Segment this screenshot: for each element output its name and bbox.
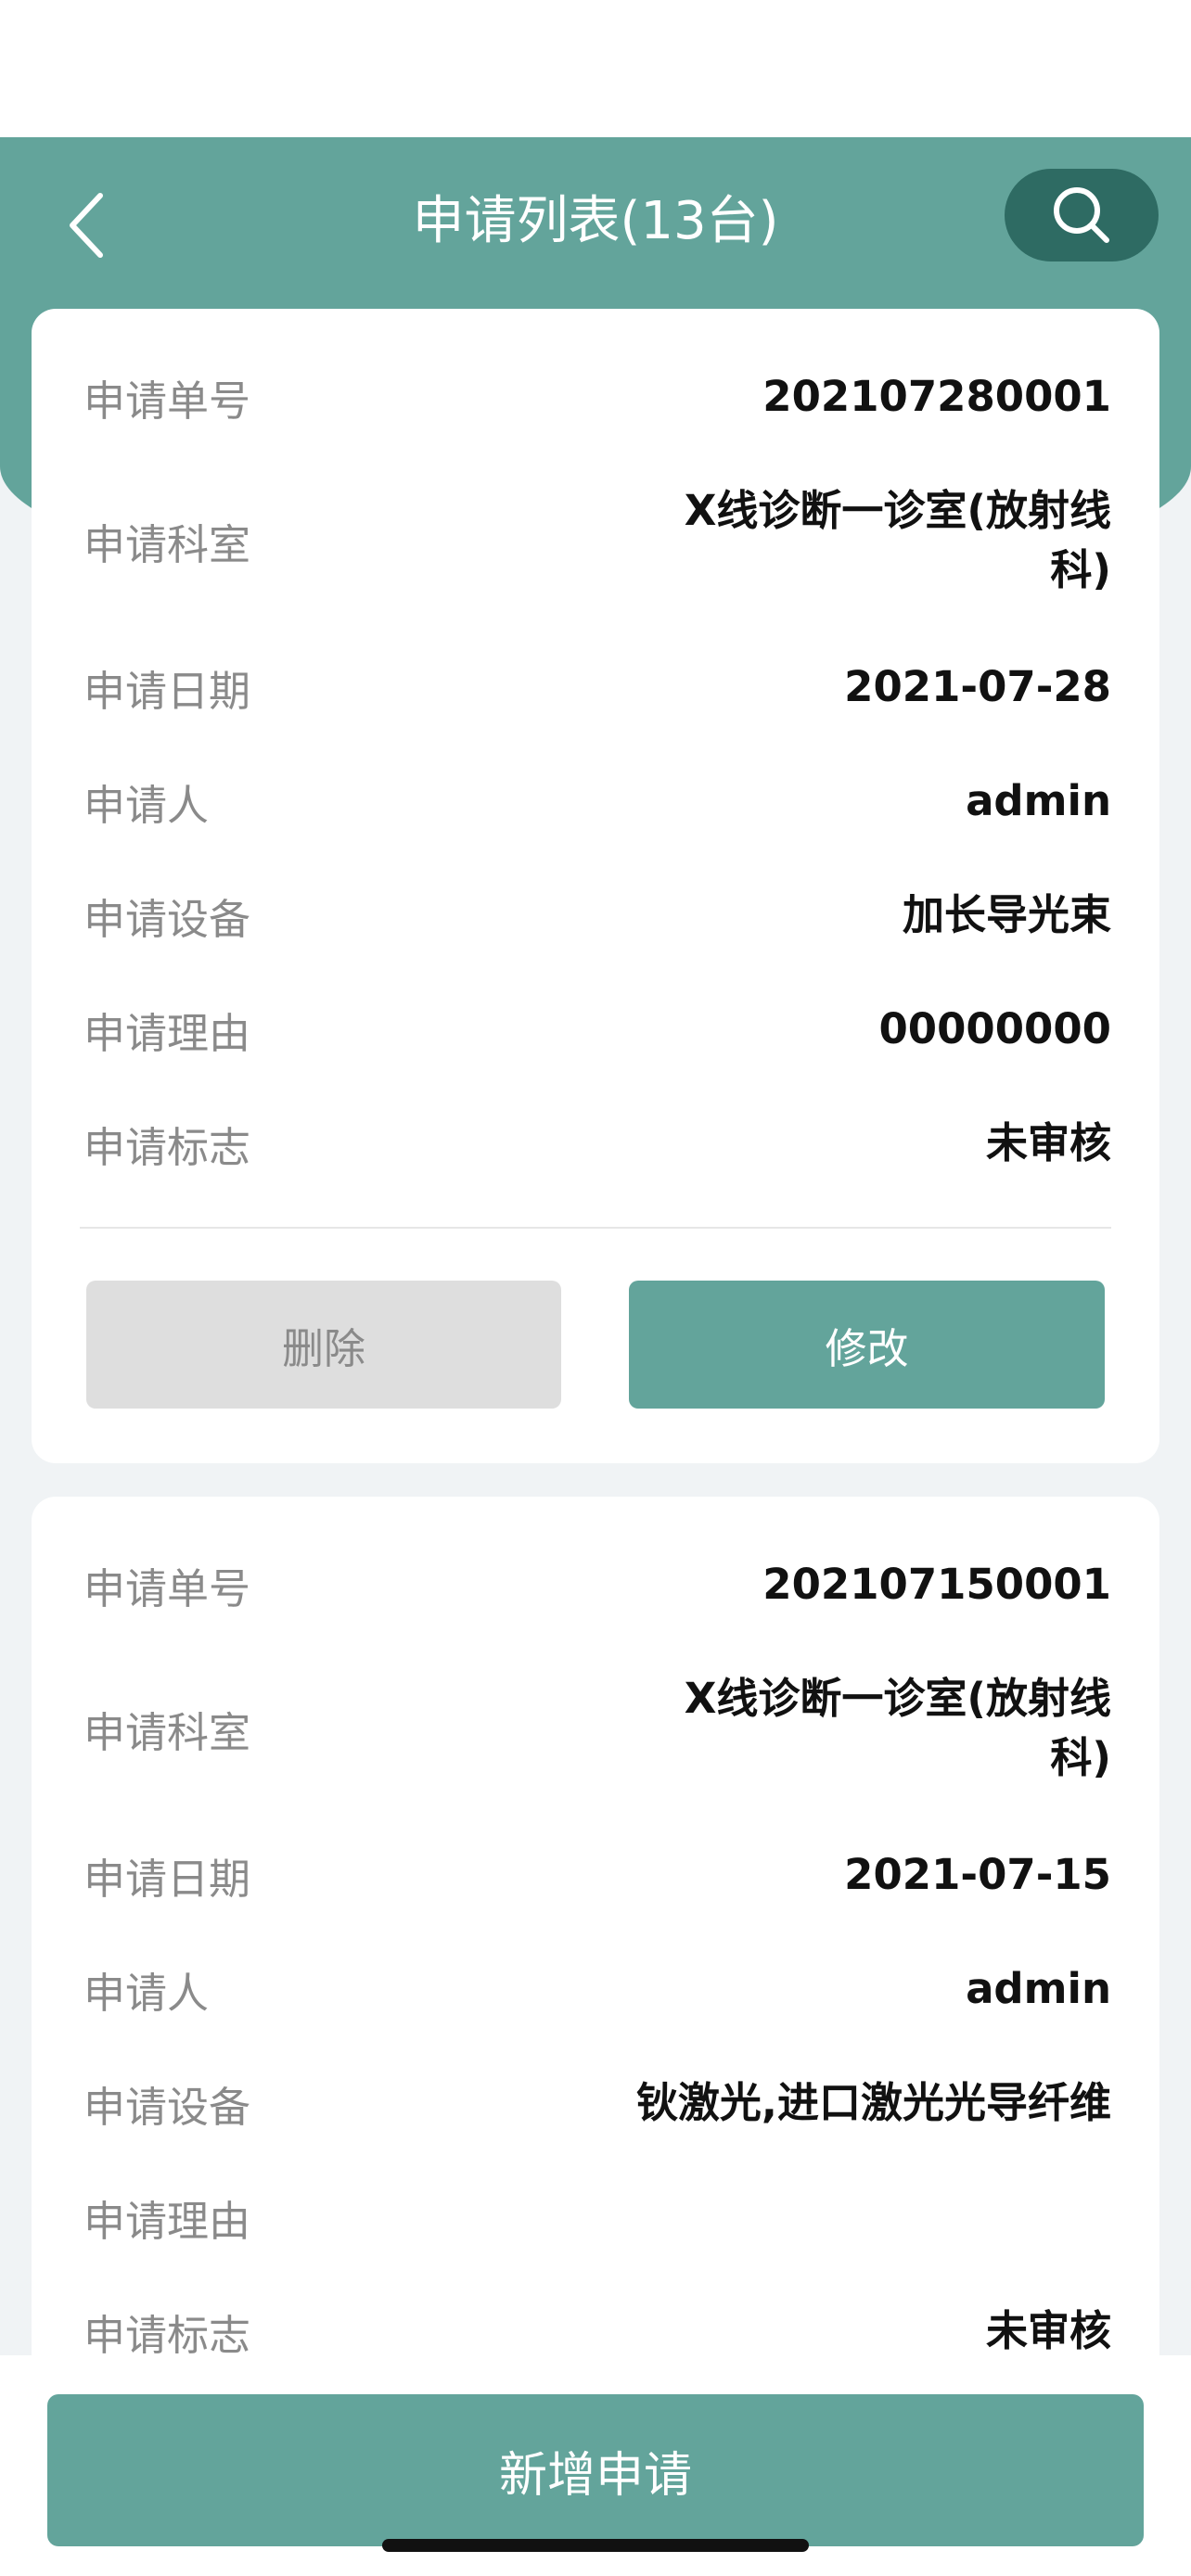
- page-title: 申请列表(13台): [412, 191, 779, 251]
- label-status: 申请标志: [83, 1122, 251, 1172]
- new-request-button[interactable]: 新增申请: [47, 2394, 1144, 2546]
- value-applicant: admin: [966, 776, 1111, 825]
- edit-button[interactable]: 修改: [629, 1281, 1105, 1409]
- value-status: 未审核: [985, 1118, 1111, 1167]
- row-equipment: 申请设备 加长导光束: [83, 883, 1111, 948]
- label-equipment: 申请设备: [83, 894, 251, 944]
- label-reason: 申请理由: [83, 2196, 251, 2246]
- row-equipment: 申请设备 钬激光,进口激光光导纤维: [83, 2071, 1111, 2136]
- value-status: 未审核: [985, 2306, 1111, 2355]
- card-divider: [80, 1227, 1111, 1229]
- row-number: 申请单号 202107280001: [83, 364, 1111, 429]
- row-applicant: 申请人 admin: [83, 769, 1111, 834]
- row-status: 申请标志 未审核: [83, 2299, 1111, 2364]
- label-applicant: 申请人: [83, 780, 210, 830]
- back-button[interactable]: [54, 184, 119, 267]
- request-card[interactable]: 申请单号 202107280001 申请科室 X线诊断一诊室(放射线科) 申请日…: [32, 309, 1159, 1463]
- value-equipment: 加长导光束: [902, 890, 1111, 939]
- home-indicator: [382, 2539, 809, 2552]
- row-applicant: 申请人 admin: [83, 1957, 1111, 2021]
- value-number: 202107280001: [762, 372, 1111, 421]
- label-reason: 申请理由: [83, 1008, 251, 1058]
- nav-bar: 申请列表(13台): [0, 137, 1191, 309]
- value-equipment: 钬激光,进口激光光导纤维: [635, 2078, 1111, 2127]
- row-date: 申请日期 2021-07-28: [83, 655, 1111, 720]
- value-department: X线诊断一诊室(放射线科): [684, 1674, 1111, 1782]
- value-number: 202107150001: [762, 1560, 1111, 1609]
- row-reason: 申请理由 00000000: [83, 997, 1111, 1062]
- row-reason: 申请理由: [83, 2185, 1111, 2250]
- label-number: 申请单号: [83, 376, 251, 426]
- label-number: 申请单号: [83, 1563, 251, 1613]
- row-status: 申请标志 未审核: [83, 1111, 1111, 1176]
- row-department: 申请科室 X线诊断一诊室(放射线科): [83, 1664, 1111, 1793]
- value-applicant: admin: [966, 1964, 1111, 2013]
- label-department: 申请科室: [83, 519, 251, 569]
- label-date: 申请日期: [83, 666, 251, 716]
- chevron-left-icon: [70, 193, 103, 258]
- label-department: 申请科室: [83, 1707, 251, 1757]
- label-applicant: 申请人: [83, 1968, 210, 2018]
- delete-button[interactable]: 删除: [86, 1281, 561, 1409]
- row-date: 申请日期 2021-07-15: [83, 1843, 1111, 1907]
- label-equipment: 申请设备: [83, 2082, 251, 2132]
- value-reason: 00000000: [878, 1004, 1112, 1053]
- row-number: 申请单号 202107150001: [83, 1552, 1111, 1617]
- row-department: 申请科室 X线诊断一诊室(放射线科): [83, 476, 1111, 606]
- page: 申请列表(13台) 申请单号 202107280001 申请科室 X线诊断一诊室…: [0, 0, 1191, 2576]
- search-icon: [1054, 187, 1109, 243]
- value-date: 2021-07-28: [844, 662, 1111, 711]
- value-date: 2021-07-15: [844, 1850, 1111, 1899]
- label-date: 申请日期: [83, 1854, 251, 1904]
- value-department: X线诊断一诊室(放射线科): [684, 486, 1111, 594]
- status-bar-area: [0, 0, 1191, 137]
- search-button[interactable]: [1005, 169, 1159, 261]
- label-status: 申请标志: [83, 2310, 251, 2360]
